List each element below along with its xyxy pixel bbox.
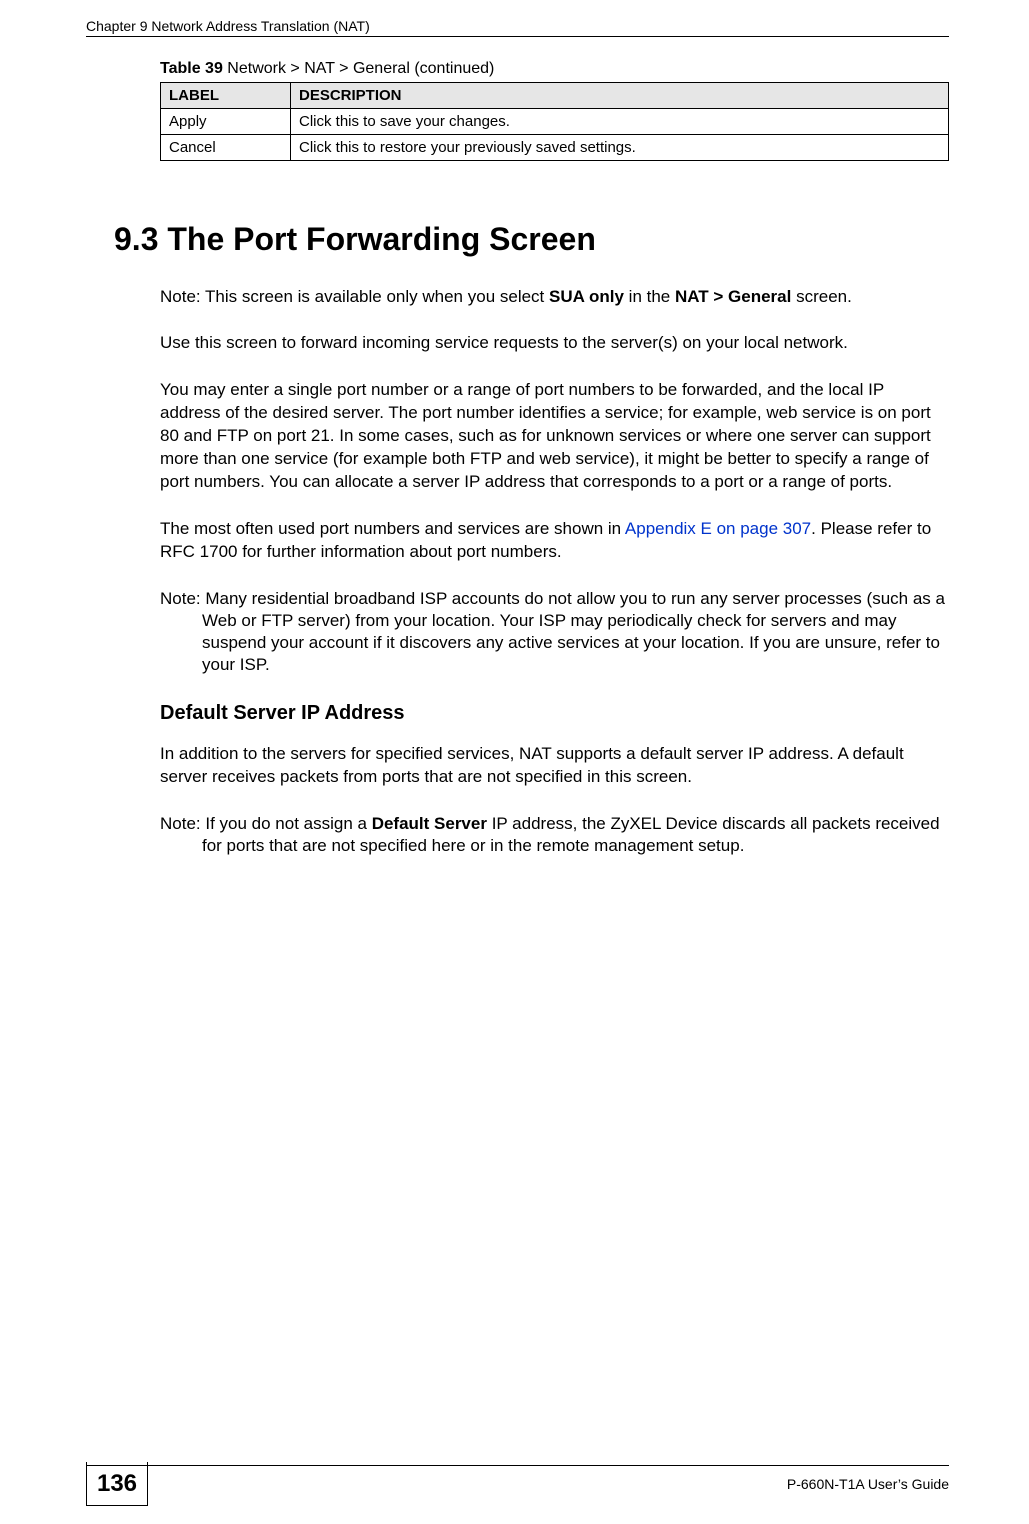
page-number: 136 — [86, 1462, 148, 1506]
note-text: screen. — [791, 287, 851, 306]
note-bold: SUA only — [549, 287, 624, 306]
note-bold: NAT > General — [675, 287, 791, 306]
settings-table: LABEL DESCRIPTION Apply Click this to sa… — [160, 82, 949, 161]
note-availability: Note: This screen is available only when… — [202, 286, 949, 308]
cell-desc: Click this to save your changes. — [291, 109, 949, 135]
header-rule — [86, 36, 949, 37]
subheading-default-server: Default Server IP Address — [160, 702, 949, 725]
paragraph: The most often used port numbers and ser… — [160, 518, 949, 564]
cell-desc: Click this to restore your previously sa… — [291, 135, 949, 161]
text: The most often used port numbers and ser… — [160, 519, 625, 538]
cell-label: Apply — [161, 109, 291, 135]
table-row: Cancel Click this to restore your previo… — [161, 135, 949, 161]
running-header: Chapter 9 Network Address Translation (N… — [86, 18, 370, 34]
note-bold: Default Server — [372, 814, 487, 833]
table-title: Network > NAT > General (continued) — [223, 60, 495, 77]
note-default-server: Note: If you do not assign a Default Ser… — [202, 813, 949, 857]
table-caption: Table 39 Network > NAT > General (contin… — [160, 60, 949, 78]
paragraph: Use this screen to forward incoming serv… — [160, 332, 949, 355]
cell-label: Cancel — [161, 135, 291, 161]
table-header-description: DESCRIPTION — [291, 83, 949, 109]
note-text: Note: If you do not assign a — [160, 814, 372, 833]
table-row: Apply Click this to save your changes. — [161, 109, 949, 135]
note-isp: Note: Many residential broadband ISP acc… — [202, 588, 949, 676]
table-header-label: LABEL — [161, 83, 291, 109]
section-heading: 9.3 The Port Forwarding Screen — [114, 221, 949, 258]
note-text: in the — [624, 287, 675, 306]
table-number: Table 39 — [160, 60, 223, 77]
paragraph: In addition to the servers for specified… — [160, 743, 949, 789]
paragraph: You may enter a single port number or a … — [160, 379, 949, 494]
footer-rule — [86, 1465, 949, 1466]
appendix-link[interactable]: Appendix E on page 307 — [625, 519, 811, 538]
note-text: Note: This screen is available only when… — [160, 287, 549, 306]
footer-guide-title: P-660N-T1A User’s Guide — [787, 1476, 949, 1492]
